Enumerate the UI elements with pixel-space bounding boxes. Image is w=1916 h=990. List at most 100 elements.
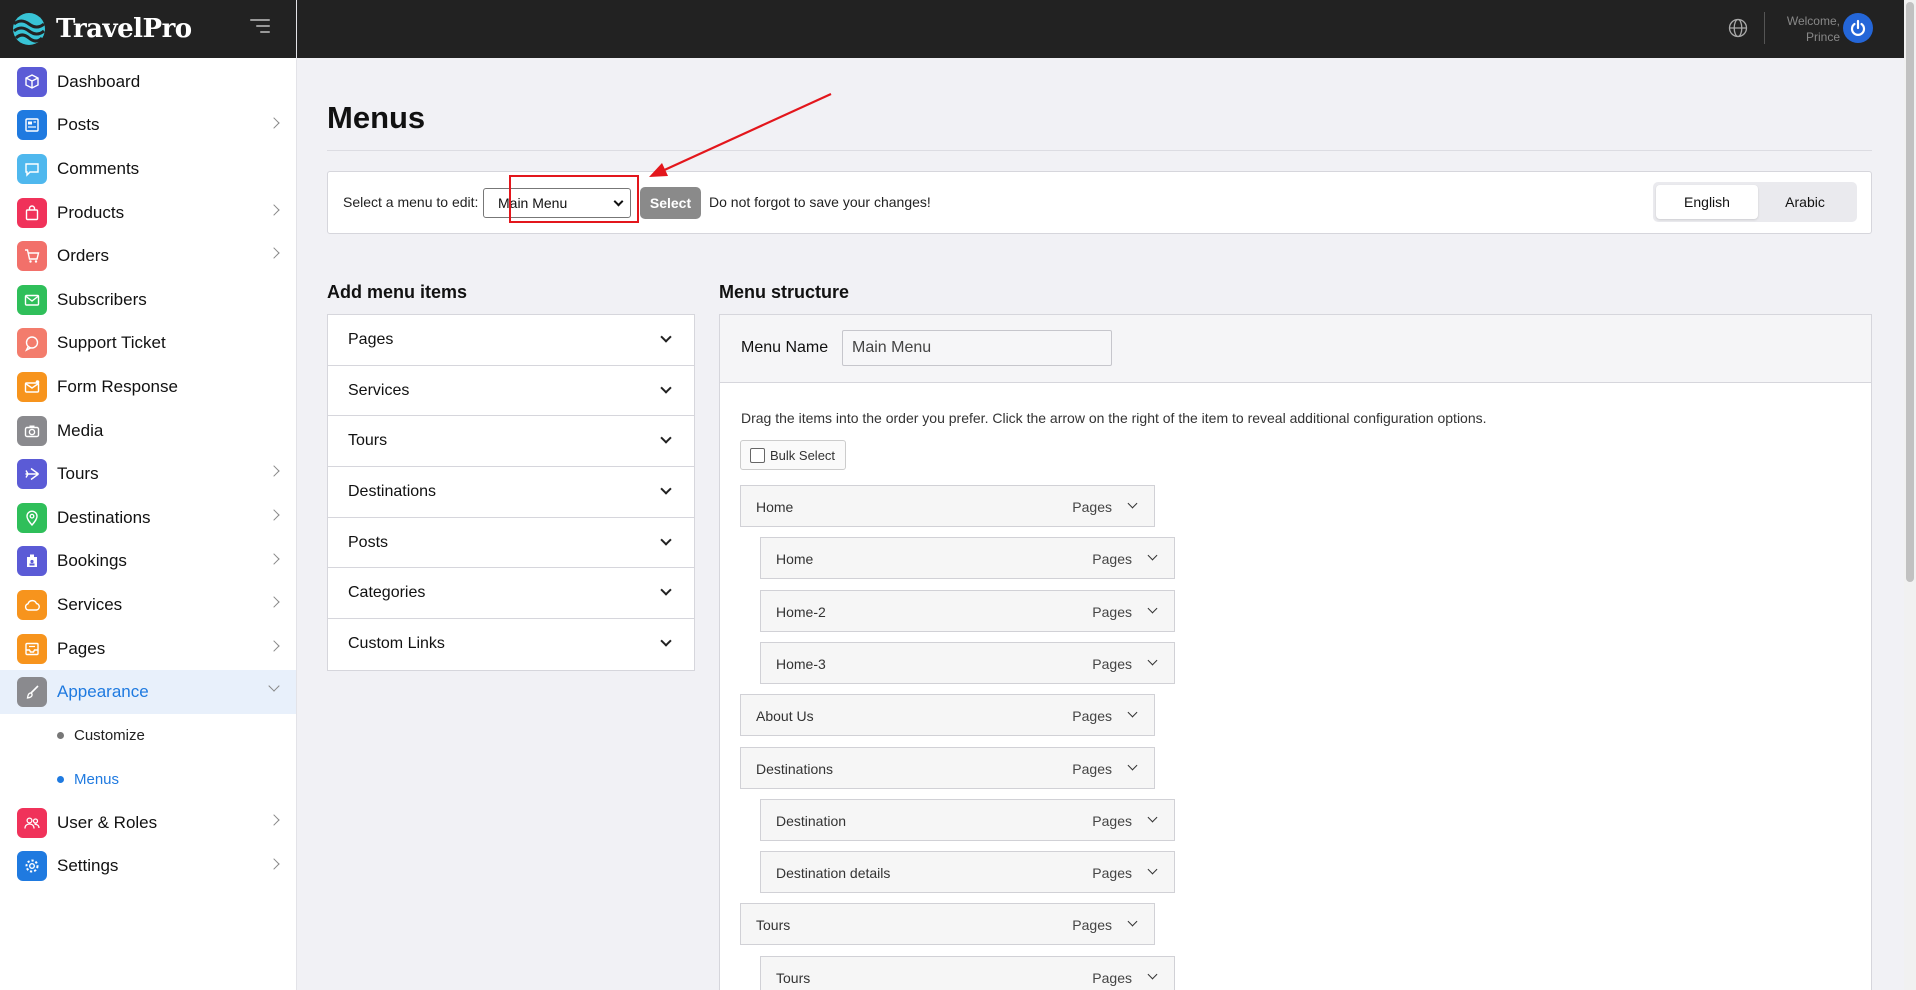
sidebar-item-settings[interactable]: Settings: [0, 845, 296, 889]
menu-structure-item[interactable]: Home-3 Pages: [760, 641, 1175, 684]
add-section-label: Custom Links: [348, 635, 445, 653]
chevron-down-icon[interactable]: [1147, 864, 1158, 875]
sidebar-item-form-response[interactable]: Form Response: [0, 365, 296, 409]
chevron-down-icon[interactable]: [1127, 760, 1138, 770]
add-section-pages[interactable]: Pages: [328, 315, 694, 366]
menu-structure-item[interactable]: Destination Pages: [760, 798, 1175, 841]
chevron-down-icon[interactable]: [660, 534, 672, 546]
chevron-down-icon[interactable]: [660, 483, 672, 495]
menu-structure-item[interactable]: Tours Pages: [760, 955, 1175, 990]
brand-name: TravelPro: [56, 14, 192, 44]
sidebar-subitem-menus[interactable]: Menus: [0, 758, 296, 802]
language-english-tab[interactable]: English: [1656, 185, 1758, 219]
language-arabic-tab[interactable]: Arabic: [1754, 185, 1856, 219]
sidebar-item-subscribers[interactable]: Subscribers: [0, 278, 296, 322]
chevron-down-icon[interactable]: [660, 635, 672, 647]
scrollbar[interactable]: [1904, 0, 1916, 990]
chevron-down-icon[interactable]: [1147, 550, 1158, 561]
chevron-down-icon[interactable]: [660, 432, 672, 445]
topbar-divider: [1764, 12, 1765, 44]
chevron-down-icon[interactable]: [1147, 655, 1158, 666]
menu-structure-item[interactable]: Destination details Pages: [760, 851, 1175, 894]
chevron-down-icon[interactable]: [1127, 498, 1138, 509]
chevron-down-icon[interactable]: [660, 331, 672, 343]
select-menu-label: Select a menu to edit:: [343, 194, 479, 210]
chevron-down-icon[interactable]: [1147, 603, 1158, 614]
map-pin-icon: [17, 502, 47, 533]
menu-item-title: Home-3: [776, 655, 826, 672]
menu-structure-item[interactable]: Home Pages: [740, 485, 1155, 527]
chevron-down-icon[interactable]: [1127, 707, 1138, 718]
select-button[interactable]: Select: [640, 187, 701, 219]
chevron-right-icon: [268, 858, 280, 870]
add-section-posts[interactable]: Posts: [328, 518, 694, 569]
add-section-destinations[interactable]: Destinations: [328, 467, 694, 518]
sidebar-item-posts[interactable]: Posts: [0, 104, 296, 148]
sidebar-item-media[interactable]: Media: [0, 409, 296, 453]
menu-name-header: Menu Name Main Menu: [720, 315, 1871, 383]
sidebar-item-support-ticket[interactable]: Support Ticket: [0, 322, 296, 366]
menu-item-type: Pages: [1072, 917, 1112, 934]
menu-structure-item[interactable]: About Us Pages: [740, 694, 1155, 737]
sidebar-item-comments[interactable]: Comments: [0, 147, 296, 191]
scrollbar-thumb[interactable]: [1906, 2, 1914, 582]
chevron-down-icon[interactable]: [660, 382, 672, 394]
welcome-text: Welcome, Prince: [1787, 13, 1840, 45]
chevron-down-icon[interactable]: [1147, 812, 1158, 823]
power-icon[interactable]: [1843, 13, 1873, 43]
sidebar-item-label: Form Response: [57, 376, 178, 396]
menu-name-input[interactable]: Main Menu: [842, 330, 1112, 366]
menu-item-type: Pages: [1092, 655, 1132, 672]
sidebar-item-label: Appearance: [57, 682, 149, 702]
menu-structure-item[interactable]: Destinations Pages: [740, 746, 1155, 789]
menu-item-title: Destinations: [756, 760, 834, 777]
sidebar-item-bookings[interactable]: Bookings: [0, 540, 296, 584]
bullet-icon: [57, 775, 64, 783]
chevron-down-icon[interactable]: [1127, 916, 1138, 927]
menu-item-title: Home-2: [776, 603, 826, 620]
annotation-arrow-icon: [649, 92, 832, 177]
menu-name-label: Menu Name: [741, 339, 829, 356]
add-section-label: Services: [348, 381, 410, 399]
chevron-down-icon[interactable]: [660, 584, 672, 597]
chevron-down-icon[interactable]: [1147, 969, 1158, 980]
add-section-tours[interactable]: Tours: [328, 416, 694, 468]
sidebar-item-label: Orders: [57, 246, 109, 266]
drag-instructions: Drag the items into the order you prefer…: [741, 410, 1487, 426]
sidebar-item-destinations[interactable]: Destinations: [0, 496, 296, 540]
add-section-custom-links[interactable]: Custom Links: [328, 619, 694, 670]
chevron-right-icon: [268, 552, 280, 565]
sidebar-item-label: Dashboard: [57, 71, 141, 91]
menu-structure-item[interactable]: Tours Pages: [740, 903, 1155, 946]
appearance-submenu: Customize Menus: [0, 714, 296, 801]
camera-icon: [17, 415, 47, 446]
sidebar-item-orders[interactable]: Orders: [0, 234, 296, 278]
menu-item-title: Home: [776, 551, 814, 568]
sidebar-item-products[interactable]: Products: [0, 191, 296, 235]
bulk-select-checkbox[interactable]: Bulk Select: [740, 440, 846, 470]
sidebar-item-label: Media: [57, 420, 104, 440]
sidebar-item-user-roles[interactable]: User & Roles: [0, 801, 296, 845]
sidebar-item-tours[interactable]: Tours: [0, 452, 296, 496]
add-section-services[interactable]: Services: [328, 366, 694, 417]
users-icon: [17, 807, 47, 838]
welcome-label: Welcome,: [1786, 14, 1840, 28]
sidebar-subitem-customize[interactable]: Customize: [0, 714, 296, 758]
checkbox-icon[interactable]: [750, 447, 765, 463]
comment-icon: [17, 153, 47, 184]
sidebar-item-pages[interactable]: Pages: [0, 627, 296, 671]
sidebar-item-label: Settings: [57, 856, 119, 876]
menu-item-type: Pages: [1092, 969, 1132, 986]
add-section-label: Categories: [348, 584, 426, 602]
highlight-box: [509, 175, 639, 223]
globe-icon[interactable]: [1728, 18, 1748, 38]
menu-structure-item[interactable]: Home-2 Pages: [760, 589, 1175, 632]
sidebar-item-dashboard[interactable]: Dashboard: [0, 60, 296, 104]
gear-icon: [17, 851, 47, 882]
menu-structure-item[interactable]: Home Pages: [760, 537, 1175, 580]
sidebar-item-services[interactable]: Services: [0, 583, 296, 627]
sidebar-item-appearance[interactable]: Appearance: [0, 670, 296, 714]
inbox-icon: [17, 633, 47, 664]
add-section-categories[interactable]: Categories: [328, 568, 694, 620]
sidebar-toggle-icon[interactable]: [250, 19, 270, 35]
